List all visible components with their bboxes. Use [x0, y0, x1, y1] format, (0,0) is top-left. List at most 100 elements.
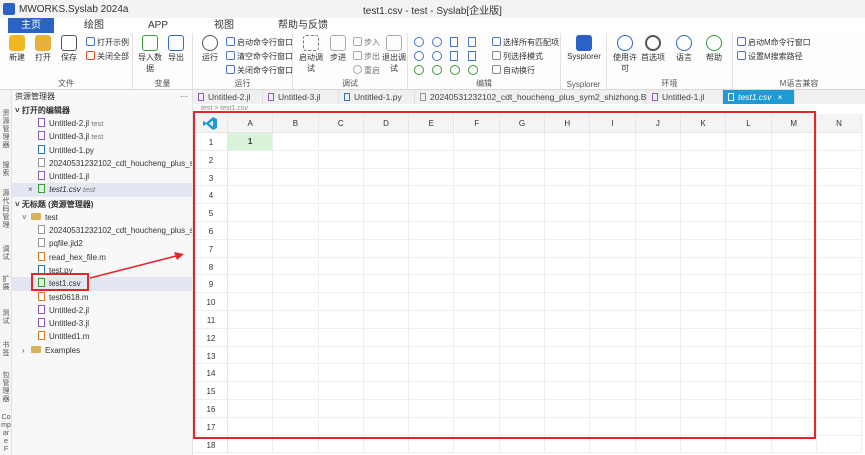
grid-cell[interactable] [816, 204, 863, 222]
folder-test[interactable]: ˅ test [12, 211, 192, 224]
tab-view[interactable]: 视图 [202, 18, 246, 33]
ribbon-group-env: 使用许可 首选项 语言 帮助 环境 [607, 33, 733, 90]
grid-cell[interactable] [816, 150, 863, 169]
bookmark-list-icon[interactable] [468, 51, 476, 61]
preferences-button[interactable]: 首选项 [641, 35, 665, 63]
editor-tab[interactable]: Untitled-2.jl [193, 90, 263, 104]
editor-tab[interactable]: 20240531232102_cdt_houcheng_plus_sym2_sh… [415, 90, 647, 104]
restart-button[interactable]: 重启 [353, 65, 380, 77]
julia-file-icon [268, 93, 274, 101]
column-header[interactable]: N [816, 114, 863, 133]
bookmark-prev-icon[interactable] [450, 51, 458, 61]
nav-back-icon[interactable] [414, 37, 424, 47]
close-cmd-button[interactable]: 关闭命令行窗口 [226, 65, 293, 77]
rail-explorer[interactable]: 资源管理器 [1, 110, 11, 150]
grid-cell[interactable] [816, 239, 863, 258]
open-editors-section[interactable]: ˅ 打开的编辑器 [12, 104, 192, 117]
file-item[interactable]: test0618.m [12, 291, 192, 304]
step-button[interactable]: 步进 [325, 35, 351, 63]
step-out-button[interactable]: 步出 [353, 51, 380, 63]
editor-tab[interactable]: Untitled-1.jl [647, 90, 723, 104]
rail-source-control[interactable]: 源代码管理 [1, 190, 11, 230]
exit-debug-button[interactable]: 退出调试 [381, 35, 407, 74]
grid-cell[interactable] [816, 311, 863, 329]
open-button[interactable]: 打开 [30, 35, 56, 63]
grid-cell[interactable] [816, 417, 863, 436]
workspace-section[interactable]: ˅ 无标题 (资源管理器) [12, 198, 192, 211]
editor-tab[interactable]: Untitled-3.jl [263, 90, 339, 104]
sysplorer-button[interactable]: Sysplorer [563, 35, 605, 61]
folder-examples[interactable]: › Examples [12, 344, 192, 357]
language-button[interactable]: 语言 [671, 35, 697, 63]
nav-up-icon[interactable] [414, 51, 424, 61]
grid-cell[interactable] [816, 382, 863, 400]
start-cmd-button[interactable]: 启动命令行窗口 [226, 37, 293, 49]
close-icon[interactable]: × [28, 183, 36, 196]
grid-cell[interactable] [816, 364, 863, 383]
grid-cell[interactable] [816, 133, 863, 151]
editor-tab[interactable]: Untitled-1.py [339, 90, 415, 104]
close-all-button[interactable]: 关闭全部 [86, 51, 129, 63]
rail-search[interactable]: 搜索 [1, 162, 11, 178]
open-editor-item[interactable]: 20240531232102_cdt_houcheng_plus_s... [12, 157, 192, 170]
bookmark-icon[interactable] [450, 37, 458, 47]
close-icon[interactable]: × [778, 92, 783, 102]
grid-cell[interactable] [816, 222, 863, 240]
grid-cell[interactable] [816, 346, 863, 365]
more-actions-icon[interactable]: ··· [180, 90, 188, 104]
start-debug-button[interactable]: 启动调试 [297, 35, 325, 74]
grid-cell[interactable] [816, 293, 863, 311]
tab-plot[interactable]: 绘图 [72, 18, 116, 33]
tab-app[interactable]: APP [136, 18, 180, 33]
open-editor-item[interactable]: Untitled-2.jl test [12, 117, 192, 130]
julia-file-icon [38, 304, 45, 314]
run-button[interactable]: 运行 [197, 35, 223, 63]
open-editor-item-active[interactable]: × test1.csv test [12, 183, 192, 197]
outdent-icon[interactable] [468, 65, 478, 75]
start-m-cmd-button[interactable]: 启动M命令行窗口 [737, 37, 811, 49]
bookmark-next-icon[interactable] [468, 37, 476, 47]
open-editor-item[interactable]: Untitled-1.py [12, 144, 192, 157]
set-m-path-button[interactable]: 设置M搜索路径 [737, 51, 803, 63]
file-item[interactable]: Untitled-2.jl [12, 304, 192, 317]
auto-wrap-checkbox[interactable]: 自动换行 [492, 65, 535, 77]
nav-forward-icon[interactable] [432, 37, 442, 47]
open-example-button[interactable]: 打开示例 [86, 37, 129, 49]
grid-cell[interactable] [816, 168, 863, 187]
uncomment-icon[interactable] [432, 65, 442, 75]
editor-tab-active[interactable]: test1.csv × [723, 90, 795, 104]
grid-cell[interactable] [816, 435, 863, 454]
rail-package-manager[interactable]: 包管理器 [1, 372, 11, 404]
comment-icon[interactable] [414, 65, 424, 75]
file-item[interactable]: 20240531232102_cdt_houcheng_plus_s... [12, 224, 192, 237]
tab-help-feedback[interactable]: 帮助与反馈 [266, 18, 340, 33]
import-data-button[interactable]: 导入数据 [137, 35, 163, 74]
rail-debug[interactable]: 调试 [1, 246, 11, 262]
grid-cell[interactable] [816, 275, 863, 294]
indent-icon[interactable] [450, 65, 460, 75]
clear-cmd-button[interactable]: 清空命令行窗口 [226, 51, 293, 63]
save-icon [61, 35, 77, 51]
rail-extensions[interactable]: 扩展 [1, 276, 11, 292]
file-item[interactable]: Untitled-3.jl [12, 317, 192, 330]
step-in-button[interactable]: 步入 [353, 37, 380, 49]
tab-home[interactable]: 主页 [8, 18, 54, 33]
save-button[interactable]: 保存 [56, 35, 82, 63]
select-all-matches-button[interactable]: 选择所有匹配项 [492, 37, 559, 49]
rail-bookmarks[interactable]: 书签 [1, 342, 11, 358]
grid-cell[interactable] [816, 400, 863, 418]
grid-cell[interactable] [816, 257, 863, 276]
nav-down-icon[interactable] [432, 51, 442, 61]
open-editor-item[interactable]: Untitled-1.jl [12, 170, 192, 183]
help-button[interactable]: 帮助 [701, 35, 727, 63]
open-editor-item[interactable]: Untitled-3.jl test [12, 130, 192, 143]
new-button[interactable]: 新建 [4, 35, 30, 63]
export-button[interactable]: 导出 [163, 35, 189, 63]
license-button[interactable]: 使用许可 [611, 35, 639, 74]
rail-compare[interactable]: Compare F [1, 414, 11, 454]
column-select-checkbox[interactable]: 列选择模式 [492, 51, 543, 63]
grid-cell[interactable] [816, 328, 863, 347]
grid-cell[interactable] [816, 186, 863, 205]
rail-testing[interactable]: 测试 [1, 310, 11, 326]
file-item[interactable]: Untitled1.m [12, 330, 192, 343]
